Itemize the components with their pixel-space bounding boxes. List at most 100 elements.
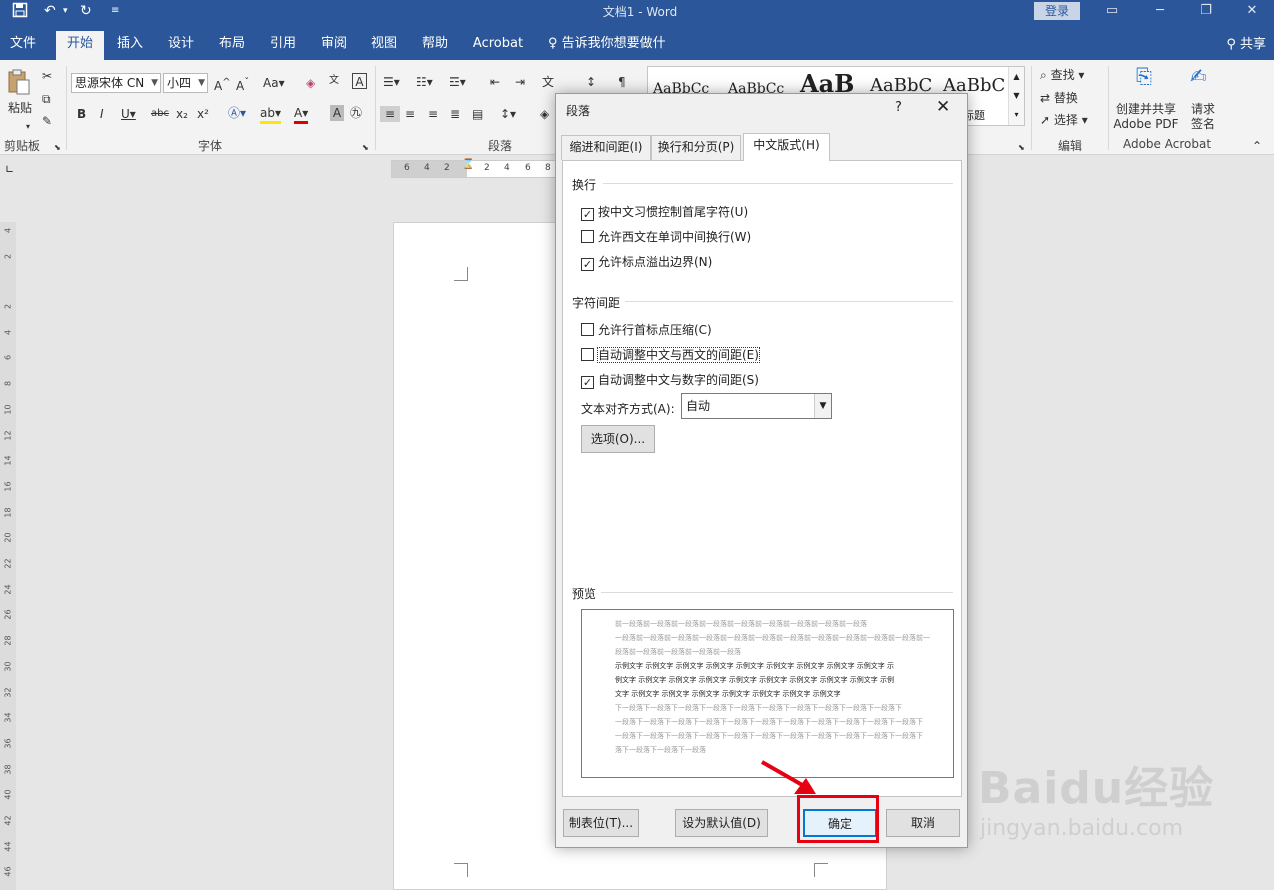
tab-selector[interactable]: ∟ xyxy=(0,157,20,185)
tab-acrobat[interactable]: Acrobat xyxy=(468,31,528,60)
shrink-font-icon[interactable]: Aˇ xyxy=(236,75,249,94)
customize-toolbar-icon[interactable]: ≡ xyxy=(111,2,119,20)
tab-file[interactable]: 文件 xyxy=(0,31,46,60)
check-latin-wrap[interactable]: 允许西文在单词中间换行(W) xyxy=(581,230,751,244)
clear-format-icon[interactable]: ◈ xyxy=(306,75,315,91)
strikethrough-icon[interactable]: abc xyxy=(151,106,169,122)
horizontal-ruler[interactable]: 6 4 2 2 4 6 8 ⌛ xyxy=(391,159,559,178)
checkbox-checked[interactable]: ✓ xyxy=(581,376,594,389)
select-button[interactable]: ➚ 选择 ▾ xyxy=(1040,112,1088,128)
copy-icon[interactable]: ⧉ xyxy=(42,91,51,107)
font-name-select[interactable]: 思源宋体 CN ▼ xyxy=(71,73,161,93)
close-window-icon[interactable]: ✕ xyxy=(1232,0,1272,23)
justify-icon[interactable]: ≣ xyxy=(450,106,460,122)
paste-dropdown-icon[interactable]: ▾ xyxy=(26,119,30,135)
tab-asian-typography[interactable]: 中文版式(H) xyxy=(743,133,830,161)
align-right-icon[interactable]: ≡ xyxy=(428,106,438,122)
restore-icon[interactable]: ❐ xyxy=(1186,0,1226,23)
phonetic-guide-icon[interactable]: 文 xyxy=(329,73,339,89)
check-hanging-punct[interactable]: ✓ 允许标点溢出边界(N) xyxy=(581,255,712,271)
undo-icon[interactable]: ↶ xyxy=(44,2,56,20)
checkbox-unchecked[interactable] xyxy=(581,348,594,361)
format-painter-icon[interactable]: ✎ xyxy=(42,113,52,129)
superscript-icon[interactable]: x² xyxy=(197,106,209,122)
collapse-ribbon-icon[interactable]: ⌃ xyxy=(1252,138,1262,154)
request-label2[interactable]: 签名 xyxy=(1183,116,1223,132)
check-compress-punct[interactable]: 允许行首标点压缩(C) xyxy=(581,323,712,337)
help-icon[interactable]: ? xyxy=(895,100,902,115)
tab-home[interactable]: 开始 xyxy=(56,31,104,60)
tab-layout[interactable]: 布局 xyxy=(210,31,254,60)
ribbon-display-icon[interactable]: ▭ xyxy=(1092,0,1132,23)
find-button[interactable]: ⌕ 查找 ▾ xyxy=(1040,67,1084,83)
tab-insert[interactable]: 插入 xyxy=(108,31,152,60)
align-center-icon[interactable]: ≡ xyxy=(405,106,415,122)
bullets-icon[interactable]: ☰▾ xyxy=(383,74,400,90)
paste-label[interactable]: 粘贴 xyxy=(5,100,35,116)
bold-icon[interactable]: B xyxy=(77,106,86,122)
char-shading-icon[interactable]: A xyxy=(330,105,344,121)
tab-design[interactable]: 设计 xyxy=(159,31,203,60)
share-button[interactable]: ⚲ 共享 xyxy=(1226,33,1266,52)
multilevel-list-icon[interactable]: ☲▾ xyxy=(449,74,466,90)
tab-help[interactable]: 帮助 xyxy=(413,31,457,60)
save-icon[interactable] xyxy=(12,2,28,23)
checkbox-checked[interactable]: ✓ xyxy=(581,208,594,221)
checkbox-checked[interactable]: ✓ xyxy=(581,258,594,271)
options-button[interactable]: 选项(O)... xyxy=(581,425,655,453)
close-icon[interactable]: ✕ xyxy=(936,97,950,117)
grow-font-icon[interactable]: A^ xyxy=(214,75,231,94)
italic-icon[interactable]: I xyxy=(100,106,104,122)
set-default-button[interactable]: 设为默认值(D) xyxy=(675,809,768,837)
font-launcher-icon[interactable]: ⬊ xyxy=(362,140,369,156)
create-pdf-label2[interactable]: Adobe PDF xyxy=(1112,116,1180,132)
font-color-icon[interactable]: A▾ xyxy=(294,105,309,124)
numbering-icon[interactable]: ☷▾ xyxy=(416,74,433,90)
line-spacing-icon[interactable]: ↕▾ xyxy=(500,106,516,122)
subscript-icon[interactable]: x₂ xyxy=(176,106,188,122)
cancel-button[interactable]: 取消 xyxy=(886,809,960,837)
request-signature-icon[interactable]: ✍ xyxy=(1190,66,1207,86)
vertical-ruler[interactable]: 4 2 2 4 6 8 10 12 14 16 18 20 22 24 26 28 30 32 34 36 38 40 42… xyxy=(0,222,16,890)
checkbox-unchecked[interactable] xyxy=(581,230,594,243)
check-auto-space-digits[interactable]: ✓ 自动调整中文与数字的间距(S) xyxy=(581,373,759,389)
signin-button[interactable]: 登录 xyxy=(1034,2,1080,20)
tab-indent-spacing[interactable]: 缩进和间距(I) xyxy=(561,135,651,160)
indent-marker-icon[interactable]: ⌛ xyxy=(462,159,474,170)
tab-view[interactable]: 视图 xyxy=(362,31,406,60)
char-border-icon[interactable]: A xyxy=(352,73,367,89)
create-pdf-label[interactable]: 创建并共享 xyxy=(1112,101,1180,117)
tab-review[interactable]: 审阅 xyxy=(312,31,356,60)
create-pdf-icon[interactable]: ⎘ xyxy=(1136,66,1152,86)
check-first-last-chars[interactable]: ✓ 按中文习惯控制首尾字符(U) xyxy=(581,205,748,221)
asian-layout-icon[interactable]: 文 xyxy=(542,74,554,90)
paste-icon[interactable] xyxy=(6,68,32,96)
text-effects-icon[interactable]: Ⓐ▾ xyxy=(228,105,246,121)
request-label[interactable]: 请求 xyxy=(1183,101,1223,117)
change-case-icon[interactable]: Aa▾ xyxy=(263,75,285,91)
clipboard-launcher-icon[interactable]: ⬊ xyxy=(54,140,61,156)
styles-launcher-icon[interactable]: ⬊ xyxy=(1018,140,1025,156)
text-align-select[interactable]: 自动 ▼ xyxy=(681,393,832,419)
replace-button[interactable]: ⇄ 替换 xyxy=(1040,90,1078,106)
enclose-char-icon[interactable]: ㊈ xyxy=(350,105,362,121)
tab-references[interactable]: 引用 xyxy=(261,31,305,60)
increase-indent-icon[interactable]: ⇥ xyxy=(515,74,525,90)
minimize-icon[interactable]: ─ xyxy=(1140,0,1180,23)
distributed-icon[interactable]: ▤ xyxy=(472,106,483,122)
align-left-icon[interactable]: ≡ xyxy=(380,106,400,122)
font-size-select[interactable]: 小四 ▼ xyxy=(163,73,208,93)
gallery-scroll[interactable]: ▲ ▼ ▾ xyxy=(1008,67,1024,125)
check-auto-space-latin[interactable]: 自动调整中文与西文的间距(E) xyxy=(581,347,760,363)
checkbox-unchecked[interactable] xyxy=(581,323,594,336)
underline-icon[interactable]: U▾ xyxy=(121,106,136,122)
show-marks-icon[interactable]: ¶ xyxy=(618,74,626,90)
tab-line-page-breaks[interactable]: 换行和分页(P) xyxy=(651,135,741,160)
undo-dropdown-icon[interactable]: ▾ xyxy=(63,2,68,20)
redo-icon[interactable]: ↻ xyxy=(80,2,92,20)
decrease-indent-icon[interactable]: ⇤ xyxy=(490,74,500,90)
cut-icon[interactable]: ✂ xyxy=(42,68,52,84)
highlight-icon[interactable]: ab▾ xyxy=(260,105,281,124)
sort-icon[interactable]: ↕ xyxy=(586,74,596,90)
shading-icon[interactable]: ◈ xyxy=(540,106,549,122)
